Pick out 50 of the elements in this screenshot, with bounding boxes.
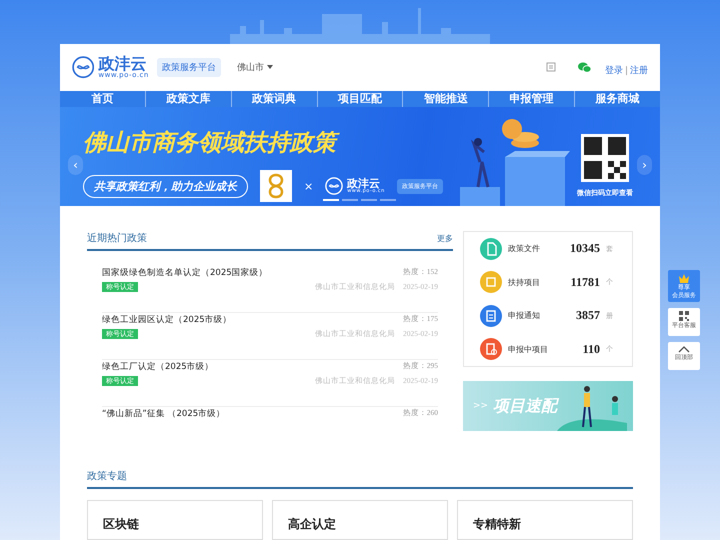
stat-label: 扶持项目: [508, 276, 541, 288]
logo-icon: [325, 177, 344, 196]
caret-icon: [266, 65, 273, 70]
slide-indicator[interactable]: [323, 199, 339, 201]
up-chevron-icon: [678, 345, 690, 354]
times-sign: ×: [304, 180, 314, 193]
stat-value: 3857: [576, 308, 600, 324]
topic-title: 区块链: [103, 517, 139, 531]
topic-title: 高企认定: [288, 517, 336, 531]
section-title: 政策专题: [87, 470, 127, 483]
topic-card[interactable]: 区块链: [87, 500, 263, 540]
wechat-icon[interactable]: [578, 62, 591, 73]
qr-code-icon: [581, 134, 629, 182]
slide-indicator[interactable]: [380, 199, 396, 201]
document-icon[interactable]: [546, 62, 556, 72]
banner-slogan: 共享政策红利，助力企业成长: [83, 174, 248, 198]
policy-title[interactable]: 绿色工厂认定（2025市级）: [102, 361, 315, 373]
nav-tab[interactable]: 首页: [60, 90, 145, 108]
more-link[interactable]: 更多: [437, 232, 453, 244]
stat-value: 10345: [570, 241, 600, 256]
topic-card[interactable]: 高企认定: [272, 500, 448, 540]
promo-title: 项目速配: [493, 396, 558, 416]
stat-label: 申报通知: [508, 310, 541, 322]
stat-value: 110: [582, 342, 600, 357]
stat-value: 11781: [570, 274, 600, 290]
slide-indicator[interactable]: [342, 199, 358, 201]
crown-icon: [678, 273, 690, 283]
stat-label: 政策文件: [508, 243, 541, 254]
policy-title[interactable]: 绿色工业园区认定（2025市级）: [102, 314, 315, 326]
qr-code-icon: [679, 311, 689, 322]
register-link[interactable]: 注册: [630, 66, 648, 76]
topic-card[interactable]: 专精特新: [457, 500, 633, 540]
logo-name: 政沣云: [347, 178, 380, 190]
banner-title: 佛山市商务领域扶持政策: [83, 127, 463, 158]
previous-slide-button[interactable]: ‹: [68, 155, 83, 176]
login-link[interactable]: 登录: [604, 66, 623, 76]
logo-name: 政沣云: [98, 56, 148, 72]
section-title: 近期热门政策: [87, 232, 147, 245]
separator: |: [624, 66, 628, 76]
logo-icon: [72, 56, 94, 79]
policy-title[interactable]: 国家级绿色制造名单认定（2025国家级）: [102, 267, 315, 279]
stat-label: 申报中项目: [508, 344, 549, 355]
policy-title[interactable]: “佛山新品”征集 （2025市级）: [102, 408, 403, 420]
topic-title: 专精特新: [473, 517, 521, 531]
city-selector[interactable]: 佛山市: [236, 60, 273, 74]
slide-indicator[interactable]: [361, 199, 377, 201]
next-slide-button[interactable]: ›: [637, 155, 652, 176]
emblem-logo-icon: [260, 170, 292, 202]
promo-arrow: >>: [473, 401, 488, 411]
platform-label: 政策服务平台: [156, 58, 221, 77]
